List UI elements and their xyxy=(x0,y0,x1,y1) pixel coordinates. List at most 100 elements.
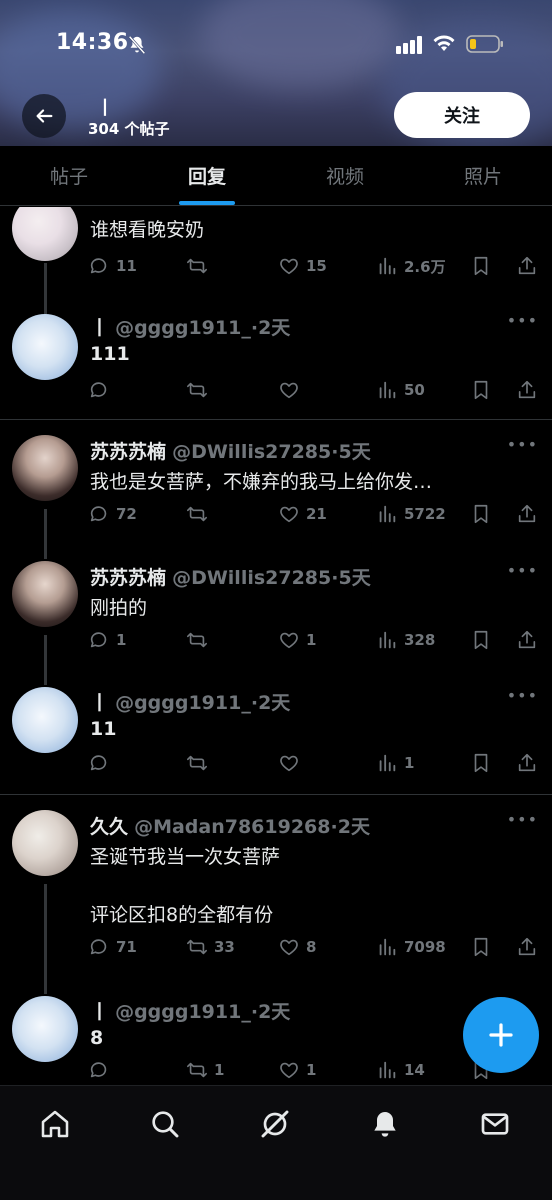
author-name[interactable]: 丨 xyxy=(90,692,109,714)
views-icon xyxy=(376,1059,398,1081)
views-button[interactable]: 328 xyxy=(376,629,435,651)
more-icon[interactable]: ••• xyxy=(507,435,538,454)
repost-button[interactable]: 33 xyxy=(186,936,235,958)
views-button[interactable]: 50 xyxy=(376,379,425,401)
heart-icon xyxy=(278,1059,300,1081)
more-icon[interactable]: ••• xyxy=(507,561,538,580)
bookmark-button[interactable] xyxy=(470,629,492,651)
reply-button[interactable]: 71 xyxy=(88,936,137,958)
like-button[interactable]: 1 xyxy=(278,1059,316,1081)
bookmark-button[interactable] xyxy=(470,503,492,525)
repost-button[interactable] xyxy=(186,629,214,651)
post-item[interactable]: 丨 @gggg1911_·2天 ••• 11 1 xyxy=(0,686,552,796)
author-name[interactable]: 丨 xyxy=(90,1001,109,1023)
repost-button[interactable] xyxy=(186,255,214,277)
post-item[interactable]: 苏苏苏楠 @DWillis27285·5天 ••• 刚拍的 1 1 328 xyxy=(0,561,552,685)
post-actions: 1 1 328 xyxy=(88,629,540,657)
reply-button[interactable] xyxy=(88,752,116,774)
nav-notifications[interactable] xyxy=(365,1104,405,1144)
reply-icon xyxy=(88,255,110,277)
like-button[interactable]: 1 xyxy=(278,629,316,651)
views-button[interactable]: 7098 xyxy=(376,936,446,958)
bookmark-button[interactable] xyxy=(470,255,492,277)
repost-button[interactable]: 1 xyxy=(186,1059,224,1081)
share-button[interactable] xyxy=(516,936,538,958)
share-icon xyxy=(516,936,538,958)
post-item[interactable]: 苏苏苏楠 @DWillis27285·5天 ••• 我也是女菩萨，不嫌弃的我马上… xyxy=(0,435,552,559)
tab-posts[interactable]: 帖子 xyxy=(0,146,138,205)
reply-button[interactable]: 72 xyxy=(88,503,137,525)
follow-button[interactable]: 关注 xyxy=(394,92,530,138)
share-button[interactable] xyxy=(516,379,538,401)
avatar[interactable] xyxy=(12,207,78,261)
avatar[interactable] xyxy=(12,810,78,876)
avatar[interactable] xyxy=(12,996,78,1062)
author-name[interactable]: 久久 xyxy=(90,816,128,838)
reply-count: 11 xyxy=(116,257,137,275)
author-handle[interactable]: @gggg1911_ xyxy=(115,1001,251,1023)
compose-button[interactable] xyxy=(463,997,539,1073)
post-item[interactable]: 丨 @gggg1911_·2天 ••• 111 50 xyxy=(0,311,552,421)
bookmark-button[interactable] xyxy=(470,752,492,774)
like-button[interactable]: 15 xyxy=(278,255,327,277)
reply-button[interactable]: 1 xyxy=(88,629,126,651)
views-button[interactable]: 5722 xyxy=(376,503,446,525)
repost-button[interactable] xyxy=(186,379,214,401)
nav-home[interactable] xyxy=(35,1104,75,1144)
bookmark-button[interactable] xyxy=(470,379,492,401)
author-handle[interactable]: @DWillis27285 xyxy=(172,567,331,589)
avatar[interactable] xyxy=(12,687,78,753)
like-button[interactable] xyxy=(278,379,306,401)
author-handle[interactable]: @gggg1911_ xyxy=(115,317,251,339)
share-icon xyxy=(516,503,538,525)
reply-button[interactable]: 11 xyxy=(88,255,137,277)
like-button[interactable]: 8 xyxy=(278,936,316,958)
avatar[interactable] xyxy=(12,314,78,380)
more-icon[interactable]: ••• xyxy=(507,810,538,829)
post-text: 8 xyxy=(90,1027,104,1049)
more-icon[interactable]: ••• xyxy=(507,311,538,330)
reply-count: 72 xyxy=(116,505,137,523)
share-button[interactable] xyxy=(516,503,538,525)
bookmark-button[interactable] xyxy=(470,936,492,958)
tab-photos[interactable]: 照片 xyxy=(414,146,552,205)
tab-replies[interactable]: 回复 xyxy=(138,146,276,205)
thread-line xyxy=(44,263,47,315)
author-name[interactable]: 苏苏苏楠 xyxy=(90,441,166,463)
views-button[interactable]: 1 xyxy=(376,752,414,774)
post-item[interactable]: 久久 @Madan78619268·2天 ••• 圣诞节我当一次女菩萨 评论区扣… xyxy=(0,810,552,994)
views-button[interactable]: 2.6万 xyxy=(376,255,446,277)
repost-button[interactable] xyxy=(186,752,214,774)
search-icon xyxy=(152,1111,179,1138)
author-handle[interactable]: @gggg1911_ xyxy=(115,692,251,714)
share-button[interactable] xyxy=(516,255,538,277)
views-button[interactable]: 14 xyxy=(376,1059,425,1081)
like-button[interactable]: 21 xyxy=(278,503,327,525)
post-header: 苏苏苏楠 @DWillis27285·5天 xyxy=(90,563,371,590)
like-button[interactable] xyxy=(278,752,306,774)
reply-icon xyxy=(88,629,110,651)
author-handle[interactable]: @Madan78619268 xyxy=(134,816,330,838)
reply-button[interactable] xyxy=(88,1059,116,1081)
avatar[interactable] xyxy=(12,435,78,501)
author-name[interactable]: 苏苏苏楠 xyxy=(90,567,166,589)
post-text: 刚拍的 xyxy=(90,597,148,619)
post-header: 苏苏苏楠 @DWillis27285·5天 xyxy=(90,437,371,464)
reply-button[interactable] xyxy=(88,379,116,401)
grok-icon xyxy=(261,1110,289,1138)
more-icon[interactable]: ••• xyxy=(507,686,538,705)
tab-videos[interactable]: 视频 xyxy=(276,146,414,205)
nav-search[interactable] xyxy=(145,1104,185,1144)
nav-grok[interactable] xyxy=(255,1104,295,1144)
repost-count: 1 xyxy=(214,1061,225,1079)
repost-button[interactable] xyxy=(186,503,214,525)
share-button[interactable] xyxy=(516,752,538,774)
share-button[interactable] xyxy=(516,629,538,651)
back-button[interactable] xyxy=(22,94,66,138)
like-count: 1 xyxy=(306,1061,317,1079)
avatar[interactable] xyxy=(12,561,78,627)
author-handle[interactable]: @DWillis27285 xyxy=(172,441,331,463)
author-name[interactable]: 丨 xyxy=(90,317,109,339)
nav-messages[interactable] xyxy=(475,1104,515,1144)
view-count: 7098 xyxy=(404,938,446,956)
